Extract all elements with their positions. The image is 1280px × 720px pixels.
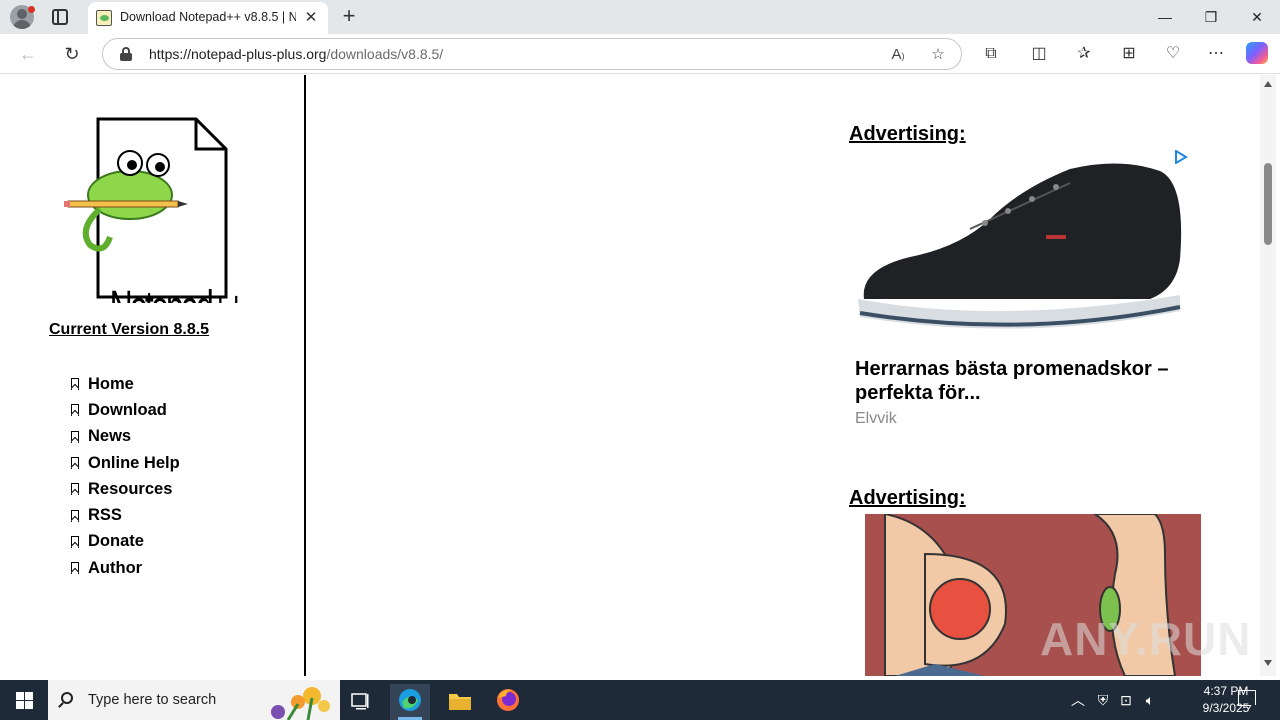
bookmark-icon bbox=[70, 404, 80, 417]
sidebar-item-label[interactable]: Home bbox=[88, 375, 134, 394]
start-button[interactable] bbox=[0, 680, 48, 720]
current-version-link[interactable]: Current Version 8.8.5 bbox=[49, 321, 209, 339]
favorites-icon[interactable]: ✰ bbox=[1072, 42, 1096, 66]
sidebar-item-label[interactable]: Online Help bbox=[88, 454, 180, 473]
bookmark-icon bbox=[70, 562, 80, 575]
bookmark-icon bbox=[70, 378, 80, 391]
bookmark-icon bbox=[70, 457, 80, 470]
more-menu-icon[interactable]: ⋯ bbox=[1204, 42, 1228, 66]
read-aloud-icon[interactable]: A) bbox=[887, 44, 909, 66]
sidebar-item-resources[interactable]: Resources bbox=[70, 476, 180, 502]
sidebar-item-online-help[interactable]: Online Help bbox=[70, 450, 180, 476]
collections-icon[interactable]: ⊞ bbox=[1117, 42, 1141, 66]
lock-icon[interactable] bbox=[119, 47, 133, 61]
sidebar-item-label[interactable]: RSS bbox=[88, 506, 122, 525]
windows-taskbar: Type here to search ︿ ⛨ ⊡ 🔈︎ 4:37 PM 9/3… bbox=[0, 680, 1280, 720]
ad-source[interactable]: Elvvik bbox=[855, 410, 897, 428]
ad-heading: Advertising: bbox=[849, 487, 966, 509]
windows-logo-icon bbox=[16, 692, 24, 700]
active-tab[interactable]: Download Notepad++ v8.8.5 | Notepad++ ✕ bbox=[88, 2, 328, 34]
watermark-text: ANY.RUN bbox=[1040, 613, 1252, 665]
sidebar-item-download[interactable]: Download bbox=[70, 397, 180, 423]
browser-tab-strip: Download Notepad++ v8.8.5 | Notepad++ ✕ … bbox=[0, 0, 1280, 34]
network-icon[interactable]: ⊡ bbox=[1117, 690, 1135, 710]
task-view-icon[interactable] bbox=[340, 684, 380, 720]
notepad-plus-plus-logo[interactable]: Notepad++ bbox=[60, 113, 256, 303]
sidebar-item-label[interactable]: News bbox=[88, 427, 131, 446]
minimize-button[interactable]: — bbox=[1150, 5, 1180, 29]
close-window-button[interactable]: ✕ bbox=[1242, 5, 1272, 29]
ad-image-shoe[interactable] bbox=[850, 149, 1190, 345]
url-path: /downloads/v8.8.5/ bbox=[326, 46, 444, 62]
tab-close-icon[interactable]: ✕ bbox=[302, 9, 320, 27]
sidebar-item-rss[interactable]: RSS bbox=[70, 502, 180, 528]
back-button[interactable]: ← bbox=[16, 42, 40, 66]
sidebar-item-donate[interactable]: Donate bbox=[70, 529, 180, 555]
sidebar-item-label[interactable]: Resources bbox=[88, 480, 172, 499]
page-viewport: Notepad++ Current Version 8.8.5 Home Dow… bbox=[4, 75, 1260, 676]
restore-button[interactable]: ❐ bbox=[1196, 5, 1226, 29]
ad-title[interactable]: Herrarnas bästa promenadskor – perfekta … bbox=[855, 357, 1195, 405]
sidebar-item-label[interactable]: Author bbox=[88, 559, 142, 578]
copilot-icon[interactable] bbox=[1246, 42, 1268, 64]
site-sidebar: Notepad++ Current Version 8.8.5 Home Dow… bbox=[4, 75, 306, 676]
sidebar-menu: Home Download News Online Help Resources… bbox=[70, 371, 180, 581]
volume-icon[interactable]: 🔈︎ bbox=[1141, 690, 1159, 710]
browser-essentials-icon[interactable]: ♡ bbox=[1161, 42, 1185, 66]
sidebar-item-author[interactable]: Author bbox=[70, 555, 180, 581]
tab-title: Download Notepad++ v8.8.5 | Notepad++ bbox=[120, 10, 296, 24]
bookmark-icon bbox=[70, 535, 80, 548]
tab-actions-icon[interactable] bbox=[52, 9, 68, 25]
bookmark-icon bbox=[70, 430, 80, 443]
page-scrollbar[interactable] bbox=[1260, 75, 1276, 676]
refresh-button[interactable]: ↻ bbox=[60, 42, 84, 66]
scroll-thumb[interactable] bbox=[1264, 163, 1272, 245]
firefox-icon[interactable] bbox=[488, 684, 528, 720]
sidebar-item-label[interactable]: Download bbox=[88, 401, 167, 420]
show-hidden-icons-icon[interactable]: ︿ bbox=[1069, 690, 1087, 710]
notification-center-icon[interactable] bbox=[1238, 690, 1256, 706]
bookmark-icon bbox=[70, 483, 80, 496]
url-text[interactable]: https://notepad-plus-plus.org/downloads/… bbox=[149, 46, 443, 62]
profile-notification-dot bbox=[28, 6, 35, 13]
scroll-up-icon[interactable] bbox=[1264, 81, 1272, 87]
favorite-star-icon[interactable]: ☆ bbox=[927, 44, 949, 66]
security-tray-icon[interactable]: ⛨ bbox=[1094, 690, 1112, 710]
sidebar-item-label[interactable]: Donate bbox=[88, 532, 144, 551]
edge-taskbar-icon[interactable] bbox=[390, 684, 430, 720]
sidebar-item-news[interactable]: News bbox=[70, 424, 180, 450]
search-icon bbox=[61, 692, 73, 704]
browser-toolbar: ← ↻ https://notepad-plus-plus.org/downlo… bbox=[0, 34, 1280, 74]
url-host: https://notepad-plus-plus.org bbox=[149, 46, 327, 62]
notepad-favicon-icon bbox=[96, 10, 112, 26]
taskbar-search-box[interactable]: Type here to search bbox=[48, 680, 340, 720]
split-screen-icon[interactable]: ◫ bbox=[1027, 42, 1051, 66]
extensions-icon[interactable]: ⧉ bbox=[979, 42, 1003, 66]
new-tab-button[interactable]: + bbox=[338, 5, 360, 27]
logo-wordmark: Notepad++ bbox=[110, 281, 246, 303]
ad-heading: Advertising: bbox=[849, 123, 966, 145]
bookmark-icon bbox=[70, 509, 80, 522]
file-explorer-icon[interactable] bbox=[440, 684, 480, 720]
address-bar[interactable]: https://notepad-plus-plus.org/downloads/… bbox=[102, 38, 962, 70]
adchoices-icon[interactable] bbox=[1174, 150, 1188, 164]
sidebar-item-home[interactable]: Home bbox=[70, 371, 180, 397]
scroll-down-icon[interactable] bbox=[1264, 660, 1272, 666]
search-placeholder: Type here to search bbox=[88, 692, 217, 708]
search-highlight-flowers-icon bbox=[271, 687, 330, 720]
